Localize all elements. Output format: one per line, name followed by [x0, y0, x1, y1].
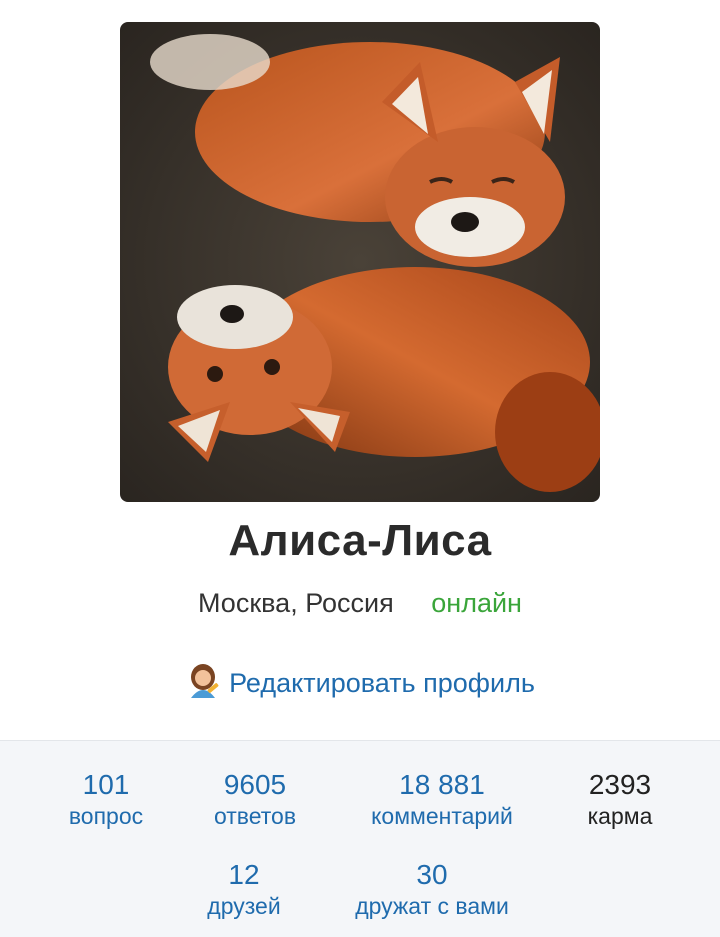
stat-followers[interactable]: 30 дружат с вами	[332, 859, 532, 921]
profile-location: Москва, Россия	[198, 588, 394, 618]
fox-photo	[120, 22, 600, 502]
stat-questions[interactable]: 101 вопрос	[46, 769, 166, 831]
edit-profile-link[interactable]: Редактировать профиль	[0, 662, 720, 700]
stat-karma-value: 2393	[588, 769, 652, 800]
stat-questions-label: вопрос	[68, 803, 144, 829]
stats-panel: 101 вопрос 9605 ответов 18 881 комментар…	[0, 740, 720, 937]
stat-friends-value: 12	[228, 859, 260, 890]
stat-followers-value: 30	[416, 859, 448, 890]
stat-answers-value: 9605	[223, 769, 287, 800]
profile-name: Алиса-Лиса	[228, 516, 492, 565]
profile-meta: Москва, Россия онлайн	[0, 588, 720, 619]
stat-answers[interactable]: 9605 ответов	[195, 769, 315, 831]
woman-writing-icon	[185, 662, 223, 700]
stat-friends-label: друзей	[207, 893, 281, 919]
online-status: онлайн	[431, 588, 522, 618]
stat-followers-label: дружат с вами	[355, 893, 509, 919]
edit-profile-label: Редактировать профиль	[229, 668, 535, 698]
stat-comments-value: 18 881	[399, 769, 485, 800]
stat-questions-value: 101	[82, 769, 130, 800]
profile-avatar[interactable]	[120, 22, 600, 502]
stat-answers-label: ответов	[213, 803, 297, 829]
stat-comments[interactable]: 18 881 комментарий	[352, 769, 532, 831]
stat-karma-label: карма	[587, 803, 653, 829]
stat-friends[interactable]: 12 друзей	[184, 859, 304, 921]
stat-comments-label: комментарий	[371, 803, 513, 829]
stat-karma: 2393 карма	[560, 769, 680, 831]
